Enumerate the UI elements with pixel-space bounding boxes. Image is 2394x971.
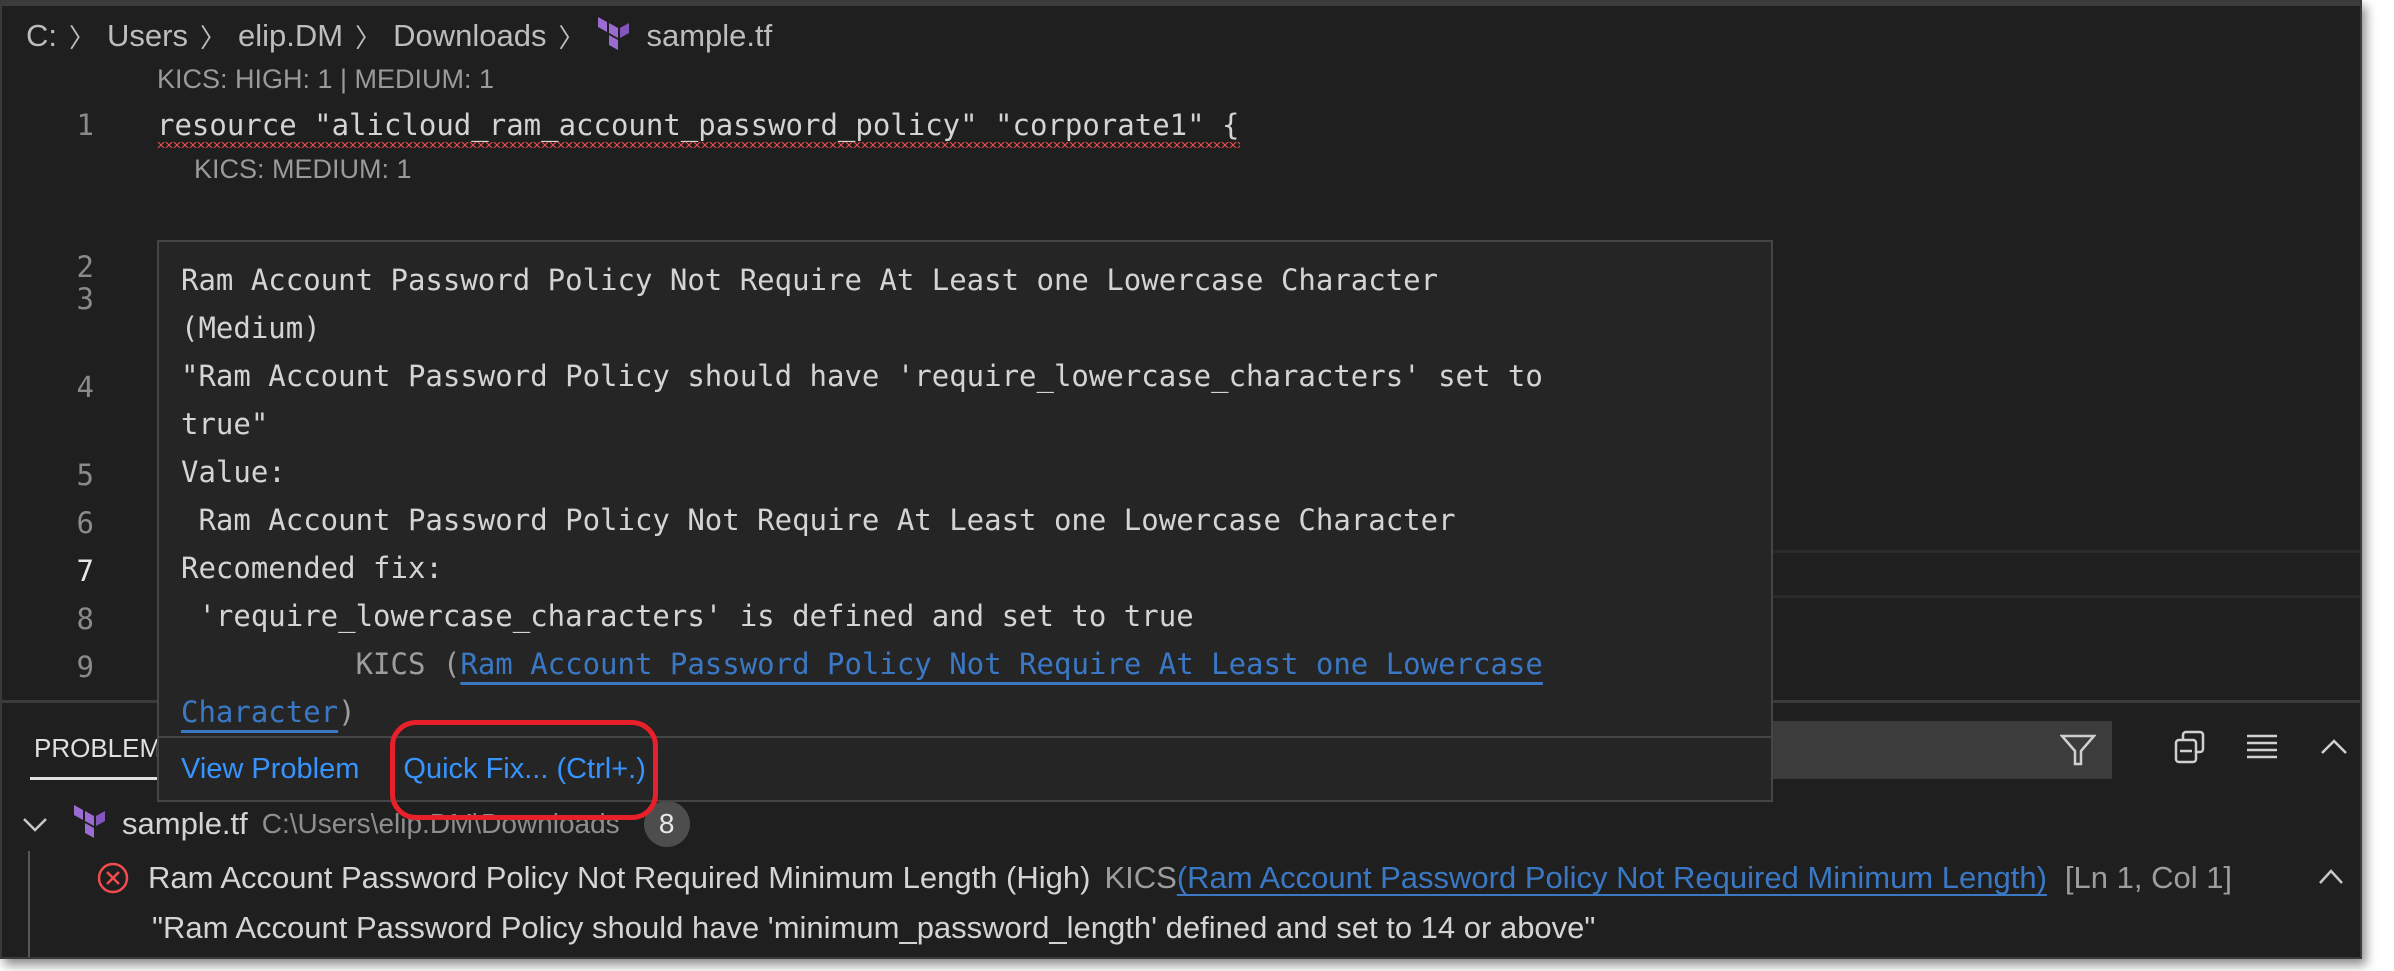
hover-source-prefix: KICS (	[181, 647, 461, 681]
problems-filter-input[interactable]	[1772, 721, 2112, 779]
problem-detail: "Ram Account Password Policy should have…	[152, 910, 1596, 945]
line-number: 2	[76, 250, 94, 284]
vscode-window: C: 〉 Users 〉 elip.DM 〉 Downloads 〉 sampl…	[0, 0, 2362, 959]
code-line: 2 require_lowercase_characters = false	[2, 192, 2360, 284]
problem-message: Ram Account Password Policy Not Required…	[148, 860, 1091, 895]
code-line: 1 resource "alicloud_ram_account_passwor…	[2, 104, 2360, 150]
line-number: 3	[76, 282, 94, 316]
problem-location: [Ln 1, Col 1]	[2064, 860, 2233, 895]
panel-actions	[2172, 729, 2360, 765]
terraform-file-icon	[598, 17, 630, 50]
breadcrumb: C: 〉 Users 〉 elip.DM 〉 Downloads 〉 sampl…	[26, 14, 772, 58]
problem-rule-link[interactable]: (Ram Account Password Policy Not Require…	[1177, 860, 2047, 896]
problem-item[interactable]: Ram Account Password Policy Not Required…	[96, 855, 2232, 901]
hover-message-line-2: true"	[181, 407, 269, 441]
chevron-down-icon[interactable]	[20, 809, 50, 839]
tab-problems[interactable]: PROBLEM	[34, 733, 161, 764]
breadcrumb-item[interactable]: elip.DM	[238, 18, 343, 54]
filter-icon[interactable]	[2060, 733, 2096, 767]
line-number: 4	[76, 370, 94, 404]
hover-title: Ram Account Password Policy Not Require …	[181, 263, 1439, 297]
chevron-right-icon: 〉	[355, 22, 382, 53]
hover-fix: 'require_lowercase_characters' is define…	[181, 599, 1194, 633]
collapse-all-icon[interactable]	[2172, 729, 2208, 765]
title-strip	[2, 2, 2360, 6]
chevron-right-icon: 〉	[69, 22, 96, 53]
breadcrumb-file[interactable]: sample.tf	[646, 18, 772, 54]
breadcrumb-item[interactable]: C:	[26, 18, 57, 54]
hover-message-line-1: "Ram Account Password Policy should have…	[181, 359, 1543, 393]
hover-rule-link[interactable]: Ram Account Password Policy Not Require …	[460, 647, 1543, 681]
codelens-kics-medium[interactable]: KICS: MEDIUM: 1	[194, 154, 412, 185]
view-as-list-icon[interactable]	[2244, 729, 2280, 765]
line-number: 1	[76, 108, 94, 142]
breadcrumb-item[interactable]: Users	[107, 18, 188, 54]
line-number-active: 7	[76, 554, 94, 588]
hover-content: Ram Account Password Policy Not Require …	[159, 242, 1771, 736]
current-line-highlight	[1772, 550, 2360, 598]
line-number: 8	[76, 602, 94, 636]
hover-rule-link-continued[interactable]: Character	[181, 695, 338, 729]
line-number: 9	[76, 650, 94, 684]
problem-source: KICS	[1104, 860, 1177, 895]
hover-source-line: KICS (Ram Account Password Policy Not Re…	[181, 640, 1749, 688]
chevron-right-icon: 〉	[199, 22, 226, 53]
code-text-line-1[interactable]: resource "alicloud_ram_account_password_…	[157, 108, 1240, 148]
problems-file-name: sample.tf	[122, 806, 248, 841]
tree-indent-guide	[28, 851, 30, 957]
view-problem-button[interactable]: View Problem	[181, 753, 359, 786]
maximize-panel-icon[interactable]	[2316, 729, 2352, 765]
terraform-file-icon	[74, 805, 105, 838]
line-number: 6	[76, 506, 94, 540]
error-icon	[97, 862, 129, 894]
codelens-kics-summary[interactable]: KICS: HIGH: 1 | MEDIUM: 1	[157, 64, 494, 95]
hover-severity: (Medium)	[181, 311, 321, 345]
hover-fix-label: Recomended fix:	[181, 551, 443, 585]
hover-value-label: Value:	[181, 455, 286, 489]
hover-value: Ram Account Password Policy Not Require …	[181, 503, 1456, 537]
line-number: 5	[76, 458, 94, 492]
breadcrumb-item[interactable]: Downloads	[393, 18, 546, 54]
chevron-up-icon[interactable]	[2316, 863, 2346, 889]
quick-fix-annotation-box	[390, 720, 658, 820]
active-tab-indicator	[30, 777, 160, 780]
diagnostic-hover: Ram Account Password Policy Not Require …	[157, 240, 1773, 802]
hover-source-suffix: )	[338, 695, 356, 729]
chevron-right-icon: 〉	[558, 22, 585, 53]
